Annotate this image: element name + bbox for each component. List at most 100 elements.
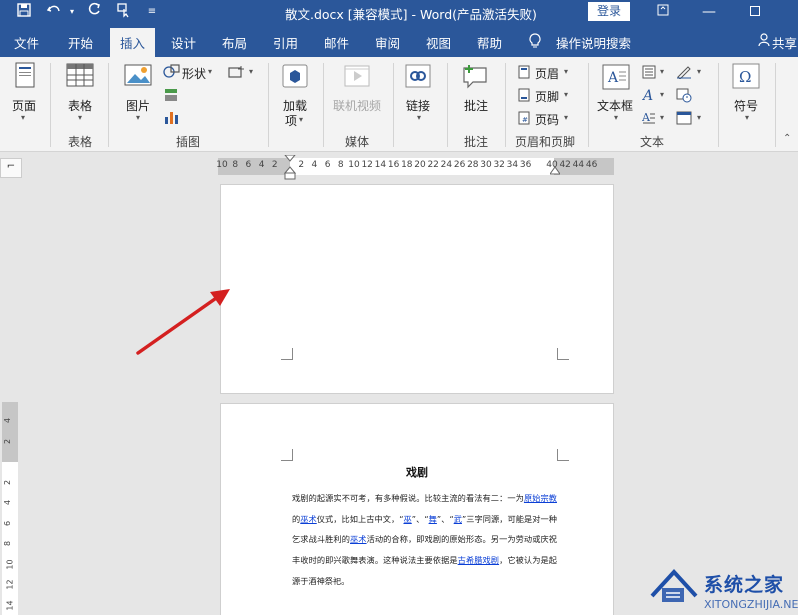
addins-icon[interactable]	[281, 63, 309, 92]
chevron-down-icon: ▾	[660, 67, 665, 76]
page-1[interactable]	[220, 184, 614, 394]
tab-home[interactable]: 开始	[68, 33, 93, 52]
right-indent-marker[interactable]	[550, 165, 560, 175]
ruler-tick-label: 34	[506, 160, 519, 170]
addins-button-line2[interactable]: 项	[285, 112, 297, 129]
tab-references[interactable]: 引用	[273, 33, 298, 52]
comment-button[interactable]: 批注	[464, 97, 488, 114]
document-paragraph[interactable]: 戏剧的起源实不可考，有多种假说。比较主流的看法有二：一为原始宗教的巫术仪式，比如…	[292, 488, 557, 592]
page-number-icon[interactable]: #	[518, 111, 530, 128]
chevron-down-icon: ▾	[417, 113, 422, 122]
comment-icon[interactable]	[460, 63, 490, 94]
separator	[323, 63, 324, 147]
signature-line-icon[interactable]	[676, 65, 692, 82]
share-icon[interactable]	[758, 33, 770, 50]
shapes-button[interactable]: 形状	[182, 65, 206, 82]
hyperlink[interactable]: 巫术	[300, 514, 317, 524]
save-icon[interactable]	[14, 2, 34, 22]
hyperlink[interactable]: 古希腊戏剧	[458, 555, 499, 565]
customize-qat-icon[interactable]: ≡	[142, 2, 162, 22]
crop-mark	[557, 449, 569, 461]
symbol-button[interactable]: 符号	[734, 97, 758, 114]
table-icon[interactable]	[66, 63, 94, 92]
screenshot-icon[interactable]	[228, 65, 246, 82]
footer-button[interactable]: 页脚	[535, 88, 559, 105]
hyperlink[interactable]: 武	[454, 514, 462, 524]
tab-design[interactable]: 设计	[171, 33, 196, 52]
tab-selector[interactable]: ⌐	[0, 158, 22, 178]
vertical-ruler[interactable]: 4 2 2 4 6 8 10 12 14	[2, 402, 18, 615]
separator	[588, 63, 589, 147]
header-icon[interactable]	[518, 65, 530, 82]
tell-me-search[interactable]: 操作说明搜索	[556, 33, 631, 52]
touch-mode-icon[interactable]	[114, 2, 134, 22]
tab-view[interactable]: 视图	[426, 33, 451, 52]
picture-icon[interactable]	[124, 63, 152, 92]
chevron-down-icon: ▾	[660, 113, 665, 122]
picture-button[interactable]: 图片	[126, 97, 150, 114]
watermark-logo-icon	[650, 569, 698, 602]
body-text: 仪式，比如上古中文，“	[316, 513, 404, 524]
header-button[interactable]: 页眉	[535, 65, 559, 82]
redo-icon[interactable]	[84, 2, 104, 22]
hyperlink[interactable]: 巫术	[350, 534, 367, 544]
crop-mark	[557, 348, 569, 360]
hyperlink[interactable]: 舞	[429, 514, 437, 524]
page-icon[interactable]	[8, 61, 40, 91]
document-title: 散文.docx [兼容模式] - Word(产品激活失败)	[285, 7, 537, 22]
maximize-icon[interactable]	[732, 0, 778, 25]
body-text: 戏剧的起源实不可考，有多种假说。比较主流的看法有二：一为	[292, 493, 524, 503]
wordart-icon[interactable]: A	[641, 87, 656, 106]
ribbon-display-options-icon[interactable]	[640, 0, 686, 25]
vruler-tick-label: 2	[3, 438, 13, 444]
chevron-down-icon: ▾	[564, 113, 569, 122]
ruler-tick-label: 24	[440, 160, 453, 170]
ruler-tick-label: 4	[311, 160, 318, 170]
svg-text:#: #	[522, 116, 528, 124]
ruler-tick-label: 14	[374, 160, 387, 170]
separator	[447, 63, 448, 147]
tab-mailings[interactable]: 邮件	[324, 33, 349, 52]
tab-review[interactable]: 审阅	[375, 33, 400, 52]
minimize-icon[interactable]: —	[686, 0, 732, 25]
vruler-tick-label: 2	[3, 479, 13, 485]
vruler-tick-label: 8	[3, 540, 13, 547]
link-button[interactable]: 链接	[406, 97, 430, 114]
login-button[interactable]: 登录	[588, 2, 630, 21]
date-time-icon[interactable]	[676, 87, 692, 106]
textbox-button[interactable]: 文本框	[597, 97, 633, 114]
page-number-button[interactable]: 页码	[535, 111, 559, 128]
hyperlink[interactable]: 巫	[403, 514, 411, 524]
separator	[775, 63, 776, 147]
object-icon[interactable]	[676, 111, 692, 128]
chevron-down-icon: ▾	[208, 67, 213, 76]
textbox-icon[interactable]: A	[601, 63, 631, 94]
chevron-down-icon: ▾	[249, 67, 254, 76]
chart-icon[interactable]	[163, 109, 179, 128]
icons-icon[interactable]	[163, 87, 179, 106]
collapse-ribbon-icon[interactable]: ⌃	[783, 133, 791, 144]
group-label-tables: 表格	[68, 135, 93, 149]
lightbulb-icon	[528, 33, 542, 52]
tab-file[interactable]: 文件	[14, 33, 39, 52]
tab-help[interactable]: 帮助	[477, 33, 502, 52]
undo-dropdown-icon[interactable]: ▾	[62, 2, 82, 22]
tab-layout[interactable]: 布局	[222, 33, 247, 52]
footer-icon[interactable]	[518, 88, 530, 105]
horizontal-ruler[interactable]: 10 8 6 4 2 2 4 6 8 10 12 14 16 18 20 22 24 26 28 30 32 34 36 40…	[216, 155, 614, 180]
shapes-icon[interactable]	[163, 64, 181, 81]
share-button[interactable]: 共享	[772, 33, 797, 52]
link-icon[interactable]	[404, 63, 432, 92]
tab-insert[interactable]: 插入	[110, 28, 156, 57]
drop-cap-icon[interactable]: A	[641, 111, 656, 128]
table-button[interactable]: 表格	[68, 97, 92, 114]
page-2[interactable]: 戏剧 戏剧的起源实不可考，有多种假说。比较主流的看法有二：一为原始宗教的巫术仪式…	[220, 403, 614, 615]
indent-marker[interactable]	[284, 155, 296, 181]
vruler-tick-label: 14	[5, 599, 15, 611]
pages-button[interactable]: 页面	[12, 97, 36, 114]
hyperlink[interactable]: 原始宗教	[524, 493, 557, 503]
undo-icon[interactable]	[44, 2, 64, 22]
chevron-down-icon: ▾	[697, 67, 702, 76]
omega-icon[interactable]: Ω	[732, 63, 760, 92]
quick-parts-icon[interactable]	[642, 65, 656, 82]
